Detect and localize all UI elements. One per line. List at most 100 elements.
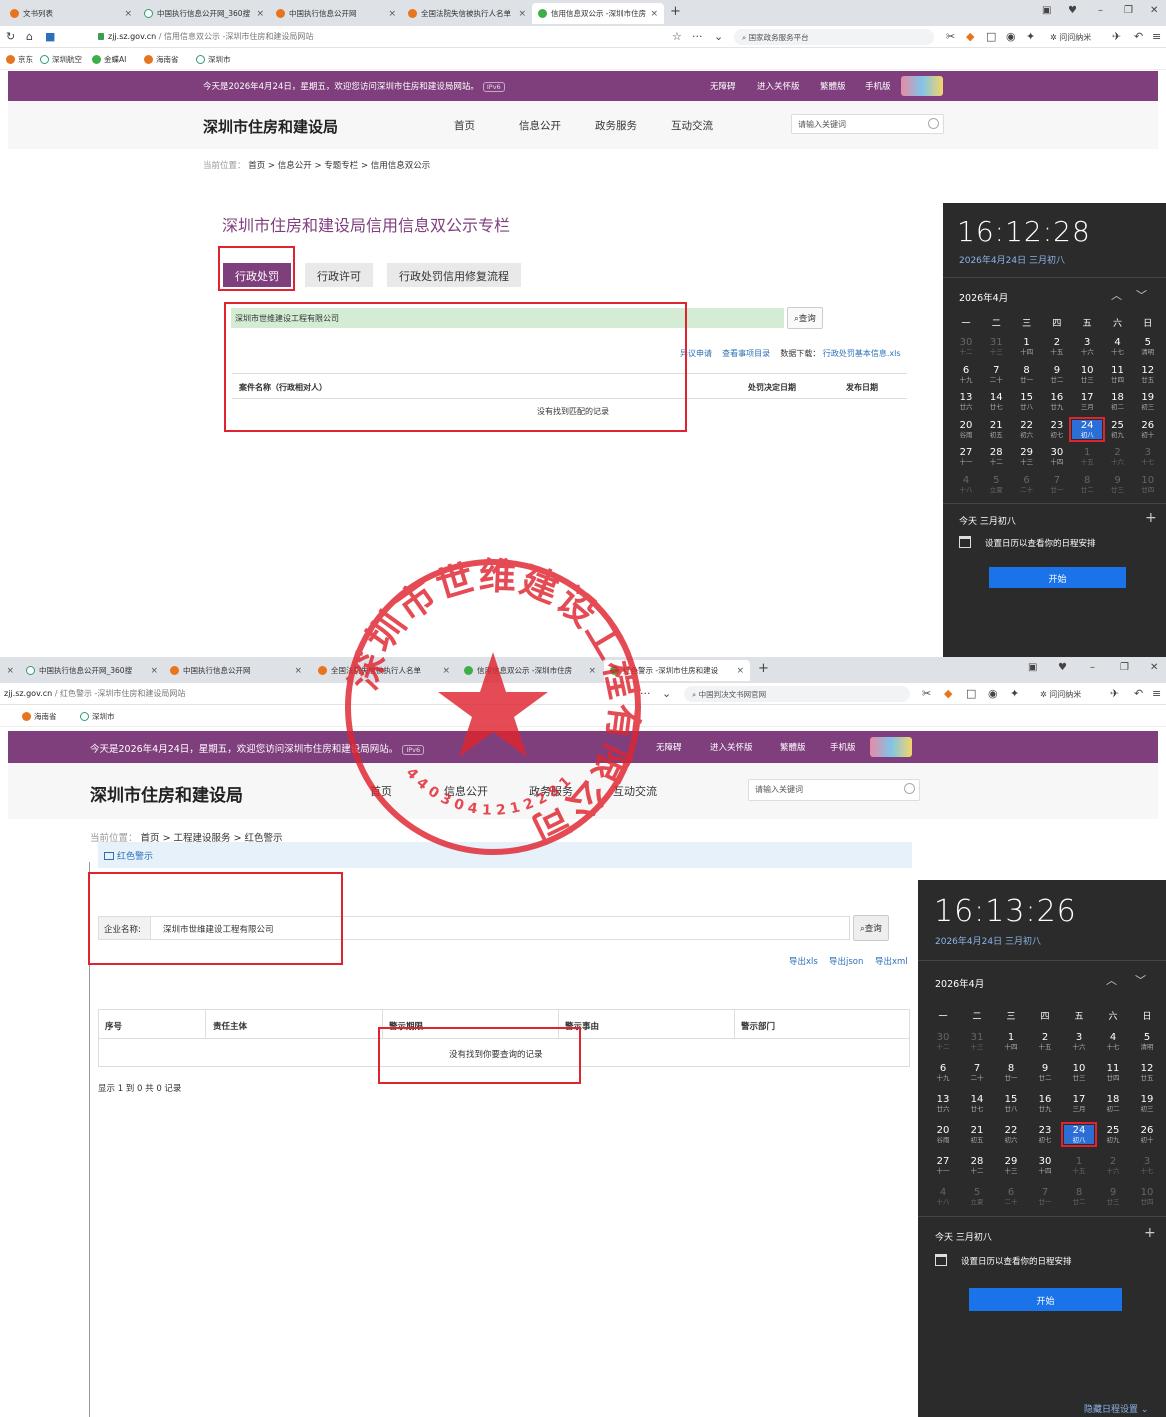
tab-close-icon[interactable]: × xyxy=(518,9,526,19)
tab-admin-penalty[interactable]: 行政处罚 xyxy=(223,263,291,287)
nav-home[interactable]: 首页 xyxy=(370,783,392,799)
calendar-day[interactable]: 30 十二 xyxy=(928,1032,958,1051)
browser-tab-active[interactable]: 信用信息双公示 -深圳市住房 × xyxy=(532,3,664,24)
calendar-day[interactable]: 13 廿六 xyxy=(951,392,981,411)
calendar-day[interactable]: 19 初三 xyxy=(1133,392,1163,411)
chevron-down-icon[interactable]: ⌄ xyxy=(714,30,723,43)
calendar-day[interactable]: 26 初十 xyxy=(1133,420,1163,439)
chevron-down-icon[interactable]: ⌄ xyxy=(662,687,671,700)
calendar-day[interactable]: 7 廿一 xyxy=(1042,475,1072,494)
shirt-icon[interactable]: ♥ xyxy=(1068,5,1077,16)
company-search-input[interactable]: 深圳市世维建设工程有限公司 xyxy=(231,308,784,328)
search-icon[interactable] xyxy=(904,783,915,794)
calendar-day[interactable]: 26 初十 xyxy=(1132,1125,1162,1144)
calendar-day[interactable]: 27 十一 xyxy=(928,1156,958,1175)
calendar-day[interactable]: 31 十三 xyxy=(962,1032,992,1051)
calendar-day[interactable]: 30 十四 xyxy=(1042,447,1072,466)
pin-icon[interactable]: ✦ xyxy=(1010,687,1019,700)
export-xml-link[interactable]: 导出xml xyxy=(875,955,908,967)
calendar-day[interactable]: 21 初五 xyxy=(962,1125,992,1144)
calendar-day[interactable]: 22 初六 xyxy=(996,1125,1026,1144)
calendar-day[interactable]: 6 二十 xyxy=(996,1187,1026,1206)
calendar-day[interactable]: 28 十二 xyxy=(962,1156,992,1175)
calendar-day[interactable]: 9 廿三 xyxy=(1103,475,1133,494)
calendar-day[interactable]: 6 十九 xyxy=(928,1063,958,1082)
calendar-day[interactable]: 4 十八 xyxy=(951,475,981,494)
bookmark-item[interactable]: 海南省 xyxy=(144,54,179,65)
close-window-icon[interactable]: ✕ xyxy=(1150,662,1158,673)
calendar-day[interactable]: 9 廿二 xyxy=(1042,365,1072,384)
tab-admin-license[interactable]: 行政许可 xyxy=(305,263,373,287)
shirt-icon[interactable]: ♥ xyxy=(1058,662,1067,673)
browser-tab[interactable]: 信用信息双公示 -深圳市住房 × xyxy=(458,660,602,681)
calendar-day[interactable]: 5 清明 xyxy=(1132,1032,1162,1051)
calendar-day[interactable]: 12 廿五 xyxy=(1133,365,1163,384)
calendar-day[interactable]: 7 廿一 xyxy=(1030,1187,1060,1206)
calendar-day[interactable]: 9 廿二 xyxy=(1030,1063,1060,1082)
clock-date[interactable]: 2026年4月24日 三月初八 xyxy=(935,934,1041,947)
bookmark-item[interactable]: 深圳市 xyxy=(196,54,231,65)
calendar-day[interactable]: 17 三月 xyxy=(1072,392,1102,411)
extension-icon[interactable]: ◆ xyxy=(966,30,974,43)
download-xls-link[interactable]: 行政处罚基本信息.xls xyxy=(823,349,901,358)
tab-close-icon[interactable]: × xyxy=(150,666,158,676)
calendar-day[interactable]: 23 初七 xyxy=(1042,420,1072,439)
calendar-day[interactable]: 25 初九 xyxy=(1098,1125,1128,1144)
calendar-day[interactable]: 14 廿七 xyxy=(981,392,1011,411)
calendar-day[interactable]: 18 初二 xyxy=(1103,392,1133,411)
keyword-search-input[interactable]: 请输入关键词 xyxy=(791,114,944,134)
tab-close-icon[interactable]: × xyxy=(124,9,132,19)
calendar-day[interactable]: 10 廿四 xyxy=(1132,1187,1162,1206)
bookmark-item[interactable]: 深圳市 xyxy=(80,711,115,722)
calendar-day[interactable]: 7 二十 xyxy=(962,1063,992,1082)
accessibility-link[interactable]: 无障碍 xyxy=(656,741,682,753)
bookmark-item[interactable]: 京东 xyxy=(6,54,33,65)
export-xls-link[interactable]: 导出xls xyxy=(789,955,818,967)
ai-assistant-button[interactable]: ✲ 问问纳米 xyxy=(1050,32,1091,43)
calendar-day[interactable]: 4 十八 xyxy=(928,1187,958,1206)
calendar-day[interactable]: 2 十六 xyxy=(1098,1156,1128,1175)
mobile-link[interactable]: 手机版 xyxy=(865,80,891,92)
calendar-day[interactable]: 23 初七 xyxy=(1030,1125,1060,1144)
keyword-search-input[interactable]: 请输入关键词 xyxy=(748,779,920,801)
calendar-day[interactable]: 8 廿二 xyxy=(1064,1187,1094,1206)
site-brand[interactable]: 深圳市住房和建设局 xyxy=(203,116,338,137)
star-icon[interactable]: ☆ xyxy=(672,30,682,43)
start-button[interactable]: 开始 xyxy=(989,567,1126,588)
query-button[interactable]: ⌕查询 xyxy=(787,307,823,329)
calendar-day[interactable]: 6 二十 xyxy=(1012,475,1042,494)
catalog-link[interactable]: 查看事项目录 xyxy=(722,349,770,358)
nav-service[interactable]: 政务服务 xyxy=(529,783,573,799)
calendar-day[interactable]: 10 廿三 xyxy=(1064,1063,1094,1082)
nav-service[interactable]: 政务服务 xyxy=(595,118,637,133)
tab-close-icon[interactable]: × xyxy=(256,9,264,19)
browser-tab[interactable]: 文书列表 × xyxy=(4,3,138,24)
calendar-day[interactable]: 20 谷雨 xyxy=(928,1125,958,1144)
bookmark-item[interactable]: 深圳航空 xyxy=(40,54,82,65)
tab-credit-repair[interactable]: 行政处罚信用修复流程 xyxy=(387,263,521,287)
calendar-day[interactable]: 13 廿六 xyxy=(928,1094,958,1113)
calendar-day[interactable]: 5 立夏 xyxy=(962,1187,992,1206)
browser-tab[interactable]: 中国执行信息公开网_360搜 × xyxy=(138,3,270,24)
calendar-day[interactable]: 3 十六 xyxy=(1064,1032,1094,1051)
new-tab-icon[interactable]: + xyxy=(670,4,681,19)
clock-date[interactable]: 2026年4月24日 三月初八 xyxy=(959,253,1065,266)
hide-schedule-link[interactable]: 隐藏日程设置 ⌄ xyxy=(1084,1402,1148,1415)
calendar-day[interactable]: 7 二十 xyxy=(981,365,1011,384)
close-window-icon[interactable]: ✕ xyxy=(1150,5,1158,16)
calendar-day[interactable]: 16 廿九 xyxy=(1030,1094,1060,1113)
browser-tab[interactable]: 全国法院失信被执行人名单 × xyxy=(312,660,456,681)
calendar-day[interactable]: 21 初五 xyxy=(981,420,1011,439)
menu-icon[interactable]: ≡ xyxy=(1152,687,1161,700)
calendar-day[interactable]: 22 初六 xyxy=(1012,420,1042,439)
accelerate-icon[interactable]: ✈ xyxy=(1112,30,1121,43)
calendar-day[interactable]: 2 十五 xyxy=(1042,337,1072,356)
browser-tab-active[interactable]: 红色警示 -深圳市住房和建设 × xyxy=(604,660,750,681)
calendar-day[interactable]: 25 初九 xyxy=(1103,420,1133,439)
pin-icon[interactable]: ✦ xyxy=(1026,30,1035,43)
add-event-icon[interactable]: + xyxy=(1145,510,1157,526)
calendar-day[interactable]: 2 十六 xyxy=(1103,447,1133,466)
calendar-day[interactable]: 29 十三 xyxy=(996,1156,1026,1175)
tab-list-icon[interactable]: ▣ xyxy=(1028,662,1037,673)
calendar-day-today[interactable]: 24 初八 xyxy=(1069,416,1106,442)
